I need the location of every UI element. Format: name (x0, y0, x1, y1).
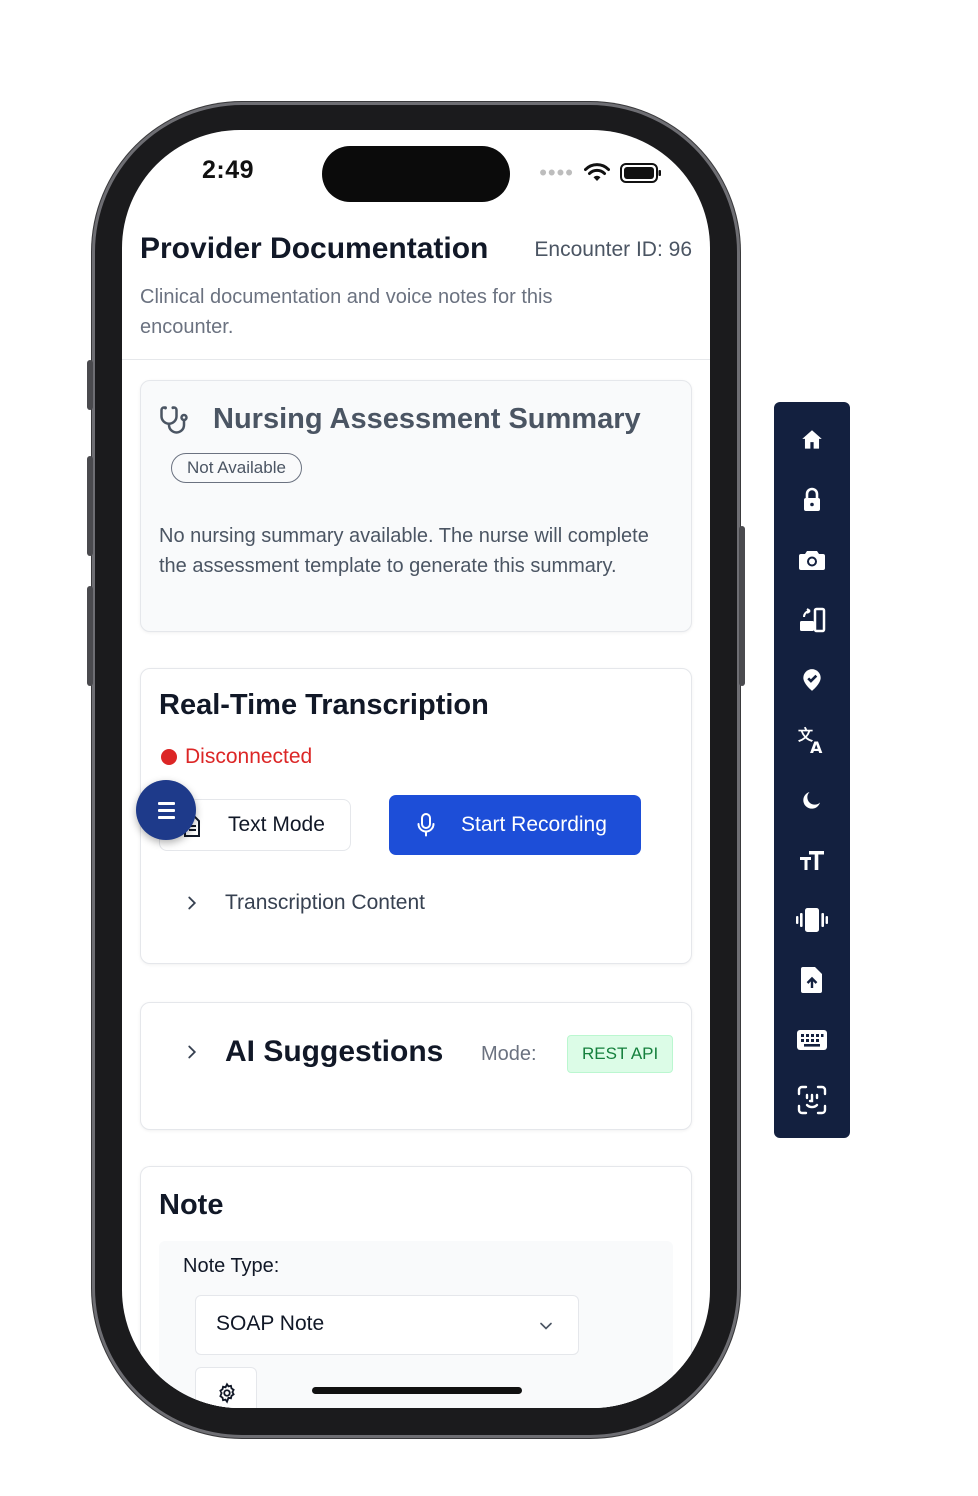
connection-status: Disconnected (161, 745, 312, 769)
signal-dots-icon: •••• (539, 160, 574, 185)
status-time: 2:49 (202, 156, 255, 184)
nursing-summary-card: Nursing Assessment Summary Not Available… (140, 380, 692, 632)
volume-up-button (87, 456, 93, 556)
note-settings-button[interactable] (195, 1367, 257, 1408)
status-badge: Not Available (171, 453, 302, 483)
transcription-card: Real-Time Transcription Disconnected Tex… (140, 668, 692, 964)
connection-status-text: Disconnected (185, 745, 313, 768)
location-button[interactable] (792, 660, 832, 700)
mode-badge: REST API (567, 1035, 674, 1073)
ai-suggestions-card: AI Suggestions Mode: REST API (140, 1002, 692, 1130)
chevron-down-icon (540, 1322, 552, 1330)
menu-icon-bar (158, 816, 175, 819)
location-check-icon (803, 669, 821, 691)
wifi-icon (584, 163, 610, 181)
dark-mode-button[interactable] (792, 780, 832, 820)
lock-icon (804, 487, 820, 511)
microphone-icon (417, 813, 435, 837)
text-size-icon (800, 851, 824, 870)
menu-icon (158, 802, 175, 805)
status-icons: •••• (539, 162, 662, 184)
page-title: Provider Documentation (140, 232, 489, 265)
start-recording-label: Start Recording (461, 813, 607, 836)
face-id-icon (797, 1085, 827, 1115)
vibrate-button[interactable] (792, 900, 832, 940)
home-indicator[interactable] (312, 1387, 522, 1394)
text-mode-label: Text Mode (228, 813, 325, 836)
language-button[interactable]: 文A (792, 720, 832, 760)
svg-text:A: A (810, 738, 823, 754)
note-type-label: Note Type: (183, 1255, 280, 1277)
menu-icon-bar (158, 809, 175, 812)
vibrate-icon (796, 908, 828, 932)
status-dot (161, 749, 177, 765)
rotate-icon (800, 607, 826, 633)
home-icon (802, 430, 822, 449)
menu-fab-button[interactable] (136, 780, 196, 840)
note-title: Note (159, 1189, 224, 1221)
chevron-right-icon (188, 1045, 197, 1059)
mode-label: Mode: (481, 1043, 537, 1065)
keyboard-button[interactable] (792, 1020, 832, 1060)
dynamic-island (322, 146, 510, 202)
face-id-button[interactable] (792, 1080, 832, 1120)
phone-screen: 2:49 •••• Provider Documentation Encount… (122, 130, 710, 1408)
gear-icon (219, 1382, 235, 1404)
chevron-right-icon (188, 896, 197, 910)
page-header: Provider Documentation Encounter ID: 96 … (122, 226, 710, 360)
power-button (739, 526, 745, 686)
page-subtitle: Clinical documentation and voice notes f… (140, 286, 553, 338)
nursing-summary-text: No nursing summary available. The nurse … (159, 525, 649, 577)
encounter-id: Encounter ID: 96 (534, 238, 692, 261)
file-upload-button[interactable] (792, 960, 832, 1000)
home-button[interactable] (792, 420, 832, 460)
nursing-summary-title: Nursing Assessment Summary (213, 403, 641, 435)
camera-icon (799, 551, 825, 570)
keyboard-icon (797, 1030, 827, 1050)
note-type-select[interactable]: SOAP Note (195, 1295, 579, 1355)
file-upload-icon (801, 967, 822, 993)
translate-icon: 文A (798, 726, 823, 754)
rotate-button[interactable] (792, 600, 832, 640)
ai-suggestions-title: AI Suggestions (225, 1035, 444, 1068)
note-card: Note Note Type: SOAP Note (140, 1166, 692, 1408)
start-recording-button[interactable]: Start Recording (389, 795, 641, 855)
dark-mode-icon (803, 792, 820, 809)
battery-icon (620, 163, 661, 183)
transcription-title: Real-Time Transcription (159, 689, 489, 721)
mute-switch (87, 360, 93, 410)
transcription-content-label: Transcription Content (225, 891, 425, 914)
volume-down-button (87, 586, 93, 686)
stethoscope-icon (160, 406, 188, 434)
transcription-content-toggle[interactable]: Transcription Content (181, 891, 425, 915)
note-type-panel: Note Type: SOAP Note (159, 1241, 673, 1408)
ai-suggestions-toggle[interactable]: AI Suggestions (181, 1035, 443, 1069)
note-type-value: SOAP Note (216, 1312, 325, 1335)
screenshot-button[interactable] (792, 540, 832, 580)
text-size-button[interactable] (792, 840, 832, 880)
lock-button[interactable] (792, 480, 832, 520)
simulator-toolbar: 文A (774, 402, 850, 1138)
